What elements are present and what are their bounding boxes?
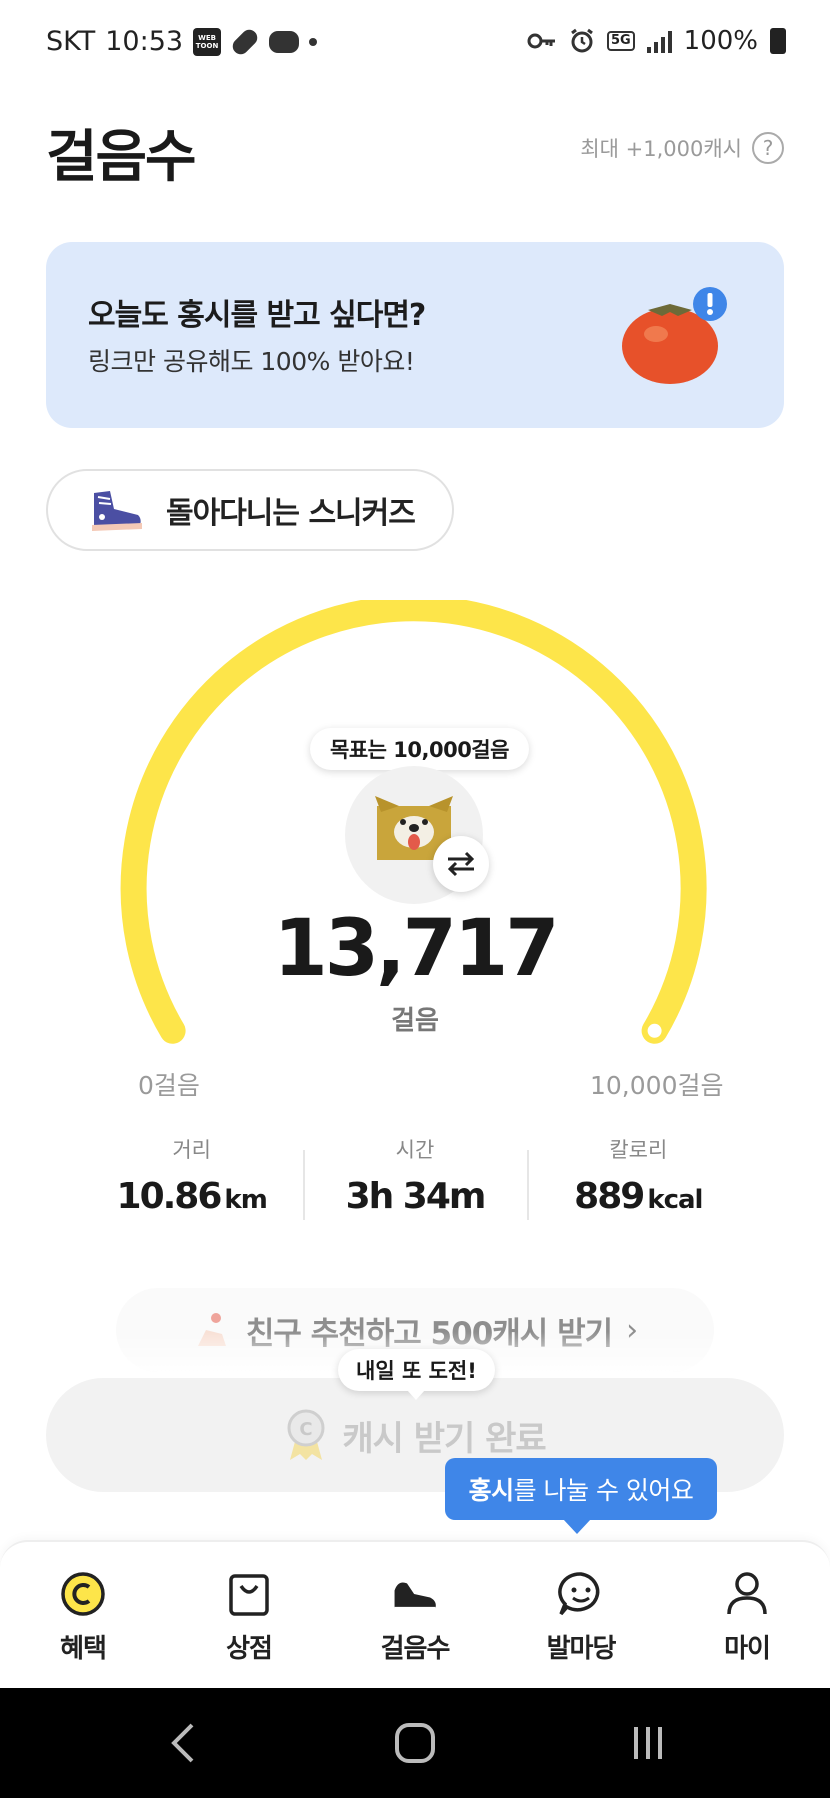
chat-smile-icon <box>557 1570 605 1618</box>
network-5g-icon: 5G <box>606 31 635 51</box>
system-nav-bar <box>0 1688 830 1798</box>
max-cash-label: 최대 +1,000캐시 <box>580 137 742 161</box>
status-bar-left: SKT 10:53 WEB TOON <box>46 25 318 58</box>
webtoon-icon: WEB TOON <box>193 27 222 56</box>
sneaker-icon <box>391 1570 439 1618</box>
stat-calories: 칼로리 889 kcal <box>526 1134 750 1224</box>
promo-banner-title: 오늘도 홍시를 받고 싶다면? <box>88 298 426 333</box>
signal-icon <box>646 29 672 53</box>
nav-item-shop[interactable]: 상점 <box>166 1542 332 1688</box>
stat-unit: kcal <box>647 1185 703 1215</box>
gift-hand-icon <box>197 1313 226 1346</box>
tooltip-bold-text: 홍시 <box>468 1476 515 1505</box>
max-cash-info[interactable]: 최대 +1,000캐시 ? <box>580 132 784 164</box>
gauge-max-label: 10,000걸음 <box>590 1071 724 1100</box>
clock: 10:53 <box>105 26 184 57</box>
persimmon-icon <box>622 287 727 384</box>
status-bar: SKT 10:53 WEB TOON 5G 100% <box>0 0 830 88</box>
sneaker-icon <box>92 491 142 531</box>
goal-bubble: 목표는 10,000걸음 <box>310 728 529 779</box>
carrier-label: SKT <box>46 26 96 57</box>
recent-apps-icon <box>634 1727 662 1759</box>
chevron-right-icon: › <box>626 1312 639 1348</box>
stat-label: 시간 <box>395 1138 435 1162</box>
tooltip-text: 를 나눌 수 있어요 <box>513 1476 694 1505</box>
status-bar-right: 5G 100% <box>527 26 786 56</box>
notification-dot-icon <box>309 37 318 46</box>
key-icon <box>527 33 555 49</box>
person-icon <box>723 1570 771 1618</box>
invite-label: 친구 추천하고 500캐시 받기 <box>245 1315 613 1352</box>
battery-icon <box>770 28 786 54</box>
recent-apps-button[interactable] <box>608 1708 688 1778</box>
nav-label: 마이 <box>724 1634 771 1664</box>
back-button[interactable] <box>143 1708 223 1778</box>
medal-icon: C <box>287 1409 325 1460</box>
help-icon[interactable]: ? <box>752 132 784 164</box>
stat-unit: km <box>224 1185 267 1215</box>
cash-coin-icon <box>59 1570 107 1618</box>
nav-item-steps[interactable]: 걸음수 <box>332 1542 498 1688</box>
nav-label: 발마당 <box>546 1634 617 1664</box>
discord-icon <box>269 30 300 53</box>
stat-value: 3h 34m <box>345 1176 487 1217</box>
stat-value: 10.86 <box>116 1176 223 1217</box>
stat-distance: 거리 10.86 km <box>80 1134 303 1224</box>
alarm-icon <box>571 28 593 53</box>
share-persimmon-tooltip[interactable]: 홍시 를 나눌 수 있어요 <box>445 1458 717 1534</box>
back-icon <box>171 1723 194 1763</box>
battery-label: 100% <box>683 26 758 56</box>
stat-label: 거리 <box>172 1138 211 1162</box>
promo-banner-subtitle: 링크만 공유해도 100% 받아요! <box>88 347 415 376</box>
swap-arrows-icon <box>447 851 475 877</box>
swap-character-button[interactable] <box>433 836 489 892</box>
stat-label: 칼로리 <box>609 1138 668 1162</box>
home-icon <box>395 1723 435 1763</box>
nav-label: 상점 <box>226 1634 273 1664</box>
sneaker-chip-label: 돌아다니는 스니커즈 <box>166 496 416 531</box>
svg-text:C: C <box>300 1419 313 1440</box>
sneaker-character-chip[interactable]: 돌아다니는 스니커즈 <box>46 469 454 551</box>
step-count: 13,717 <box>273 904 560 994</box>
bottom-nav: 혜택 상점 걸음수 발마당 마이 <box>0 1540 830 1688</box>
nav-label: 걸음수 <box>380 1634 451 1664</box>
cash-button-label: 캐시 받기 완료 <box>342 1418 546 1459</box>
nav-item-my[interactable]: 마이 <box>664 1542 830 1688</box>
stat-value: 889 <box>574 1176 645 1217</box>
activity-stats: 거리 10.86 km 시간 3h 34m 칼로리 889 kcal <box>80 1134 750 1224</box>
gauge-min-label: 0걸음 <box>138 1071 200 1100</box>
page-title: 걸음수 <box>46 125 197 190</box>
nav-label: 혜택 <box>60 1634 107 1664</box>
home-button[interactable] <box>375 1708 455 1778</box>
pill-icon <box>229 25 261 58</box>
nav-item-community[interactable]: 발마당 <box>498 1542 664 1688</box>
promo-banner[interactable]: 오늘도 홍시를 받고 싶다면? 링크만 공유해도 100% 받아요! <box>46 242 784 428</box>
shopping-bag-icon <box>225 1570 273 1618</box>
nav-item-benefits[interactable]: 혜택 <box>0 1542 166 1688</box>
retry-tomorrow-bubble: 내일 또 도전! <box>338 1349 495 1400</box>
stat-time: 시간 3h 34m <box>303 1134 526 1224</box>
step-unit: 걸음 <box>391 1006 439 1036</box>
